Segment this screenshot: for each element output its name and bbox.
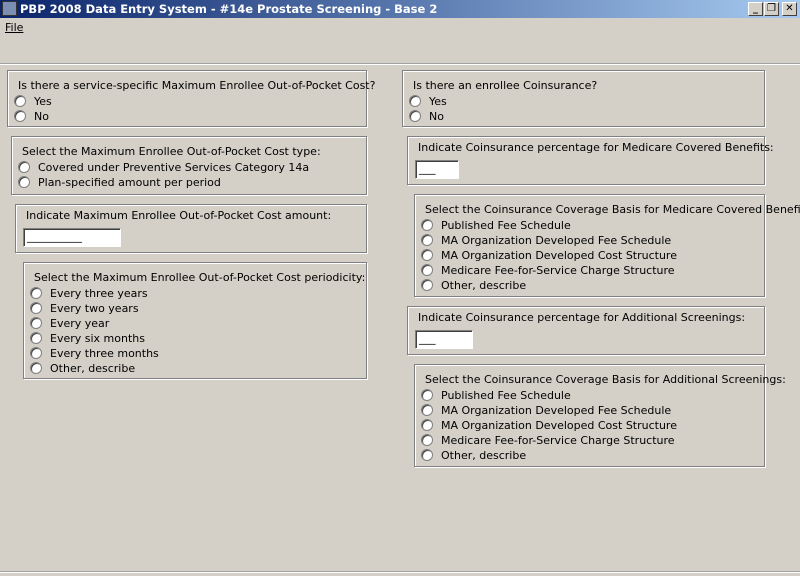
radio-label: Plan-specified amount per period [38,175,221,189]
radio-option[interactable]: Every three years [30,286,148,300]
radio-label: Every three months [50,346,159,360]
radio-button[interactable] [18,161,30,173]
radio-option[interactable]: Published Fee Schedule [421,388,571,402]
radio-button[interactable] [421,234,433,246]
text-input[interactable]: ___ [415,330,473,349]
radio-label: MA Organization Developed Fee Schedule [441,403,672,417]
radio-button[interactable] [30,347,42,359]
radio-button[interactable] [421,264,433,276]
radio-option[interactable]: Other, describe [421,448,526,462]
radio-button[interactable] [421,279,433,291]
group-label: Is there an enrollee Coinsurance? [413,79,598,92]
radio-label: Every six months [50,331,145,345]
radio-label: MA Organization Developed Cost Structure [441,248,677,262]
radio-button[interactable] [30,362,42,374]
moop-group: Is there a service-specific Maximum Enro… [7,70,375,127]
radio-label: Published Fee Schedule [441,388,571,402]
radio-label: Other, describe [50,361,136,375]
radio-label: Every year [50,316,110,330]
moop-amount-group: Indicate Maximum Enrollee Out-of-Pocket … [15,204,367,253]
radio-button[interactable] [30,302,42,314]
radio-button[interactable] [409,95,421,107]
radio-label: Other, describe [441,278,527,292]
radio-option[interactable]: Every six months [30,331,145,345]
radio-option[interactable]: Published Fee Schedule [421,218,571,232]
radio-label: Every three years [50,286,148,300]
group-label: Is there a service-specific Maximum Enro… [18,79,376,92]
app-icon [2,1,17,16]
radio-button[interactable] [30,317,42,329]
radio-option[interactable]: Every three months [30,346,159,360]
radio-option[interactable]: MA Organization Developed Fee Schedule [421,233,671,247]
menu-bar: File [0,19,800,37]
text-input[interactable]: ___ [415,160,459,179]
radio-option[interactable]: No [14,109,49,123]
radio-option[interactable]: Medicare Fee-for-Service Charge Structur… [421,263,675,277]
radio-option[interactable]: Every two years [30,301,139,315]
radio-button[interactable] [30,332,42,344]
radio-label: Medicare Fee-for-Service Charge Structur… [441,263,675,277]
close-button[interactable]: ✕ [782,2,797,16]
title-bar: PBP 2008 Data Entry System - #14e Prosta… [0,0,800,18]
radio-option[interactable]: MA Organization Developed Cost Structure [421,248,677,262]
radio-button[interactable] [14,95,26,107]
moop-type-group: Select the Maximum Enrollee Out-of-Pocke… [11,136,367,195]
radio-button[interactable] [421,434,433,446]
radio-label: Yes [429,94,447,108]
group-label: Indicate Maximum Enrollee Out-of-Pocket … [26,209,332,222]
radio-button[interactable] [18,176,30,188]
radio-option[interactable]: MA Organization Developed Cost Structure [421,418,677,432]
group-label: Indicate Coinsurance percentage for Addi… [418,311,746,324]
radio-label: No [34,109,49,123]
radio-label: Medicare Fee-for-Service Charge Structur… [441,433,675,447]
radio-label: MA Organization Developed Cost Structure [441,418,677,432]
group-label: Select the Coinsurance Coverage Basis fo… [425,373,786,386]
coins-additional-group: Indicate Coinsurance percentage for Addi… [407,306,765,355]
group-label: Indicate Coinsurance percentage for Medi… [418,141,774,154]
radio-button[interactable] [421,404,433,416]
basis-medicare-group: Select the Coinsurance Coverage Basis fo… [414,194,800,297]
restore-button[interactable]: ❐ [764,2,779,16]
radio-option[interactable]: Covered under Preventive Services Catego… [18,160,309,174]
text-input[interactable]: __________ [23,228,121,247]
minimize-button[interactable]: _ [748,2,763,16]
radio-button[interactable] [421,449,433,461]
radio-button[interactable] [30,287,42,299]
coinsurance-group: Is there an enrollee Coinsurance? Yes No [402,70,765,127]
radio-label: Every two years [50,301,139,315]
radio-option[interactable]: No [409,109,444,123]
radio-button[interactable] [421,219,433,231]
radio-label: Yes [34,94,52,108]
radio-label: Published Fee Schedule [441,218,571,232]
menu-file[interactable]: File [5,21,23,34]
radio-label: MA Organization Developed Fee Schedule [441,233,672,247]
radio-label: No [429,109,444,123]
coins-medicare-group: Indicate Coinsurance percentage for Medi… [407,136,774,185]
radio-option[interactable]: Yes [14,94,52,108]
radio-button[interactable] [409,110,421,122]
radio-label: Other, describe [441,448,527,462]
radio-button[interactable] [421,249,433,261]
radio-option[interactable]: Medicare Fee-for-Service Charge Structur… [421,433,675,447]
divider [0,63,800,65]
periodicity-group: Select the Maximum Enrollee Out-of-Pocke… [23,262,367,379]
group-label: Select the Coinsurance Coverage Basis fo… [425,203,800,216]
radio-label: Covered under Preventive Services Catego… [38,160,310,174]
window-title: PBP 2008 Data Entry System - #14e Prosta… [20,2,438,16]
radio-option[interactable]: Every year [30,316,109,330]
basis-additional-group: Select the Coinsurance Coverage Basis fo… [414,364,786,467]
radio-option[interactable]: Other, describe [30,361,135,375]
radio-button[interactable] [421,419,433,431]
divider [0,571,800,573]
radio-option[interactable]: Other, describe [421,278,526,292]
group-label: Select the Maximum Enrollee Out-of-Pocke… [34,271,366,284]
radio-button[interactable] [14,110,26,122]
group-label: Select the Maximum Enrollee Out-of-Pocke… [22,145,321,158]
radio-option[interactable]: Yes [409,94,447,108]
radio-button[interactable] [421,389,433,401]
radio-option[interactable]: Plan-specified amount per period [18,175,221,189]
radio-option[interactable]: MA Organization Developed Fee Schedule [421,403,671,417]
